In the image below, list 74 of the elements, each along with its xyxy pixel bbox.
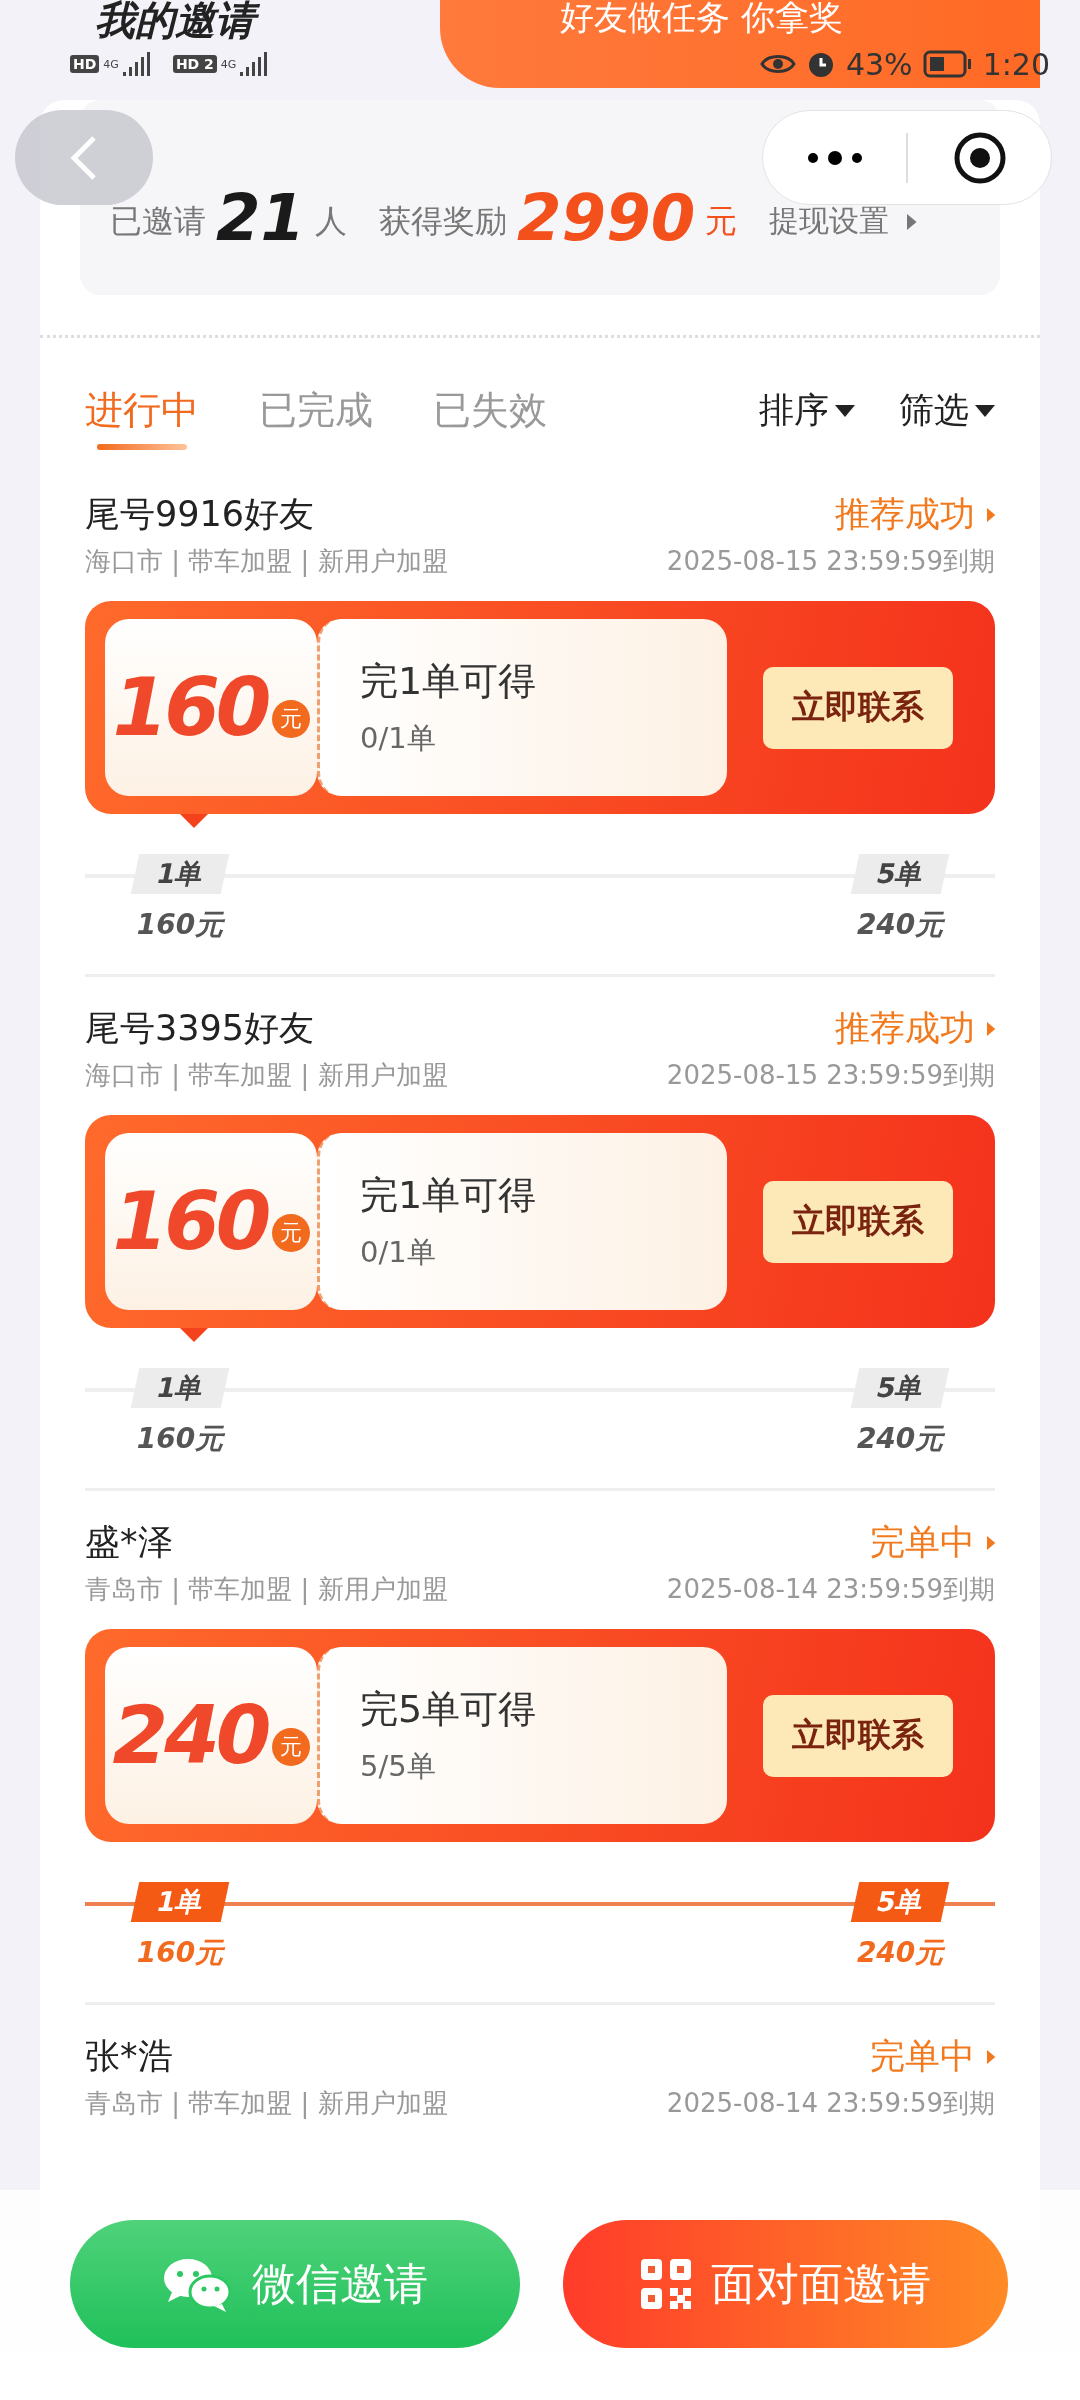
chevron-right-icon: [986, 1021, 995, 1036]
friend-tags: 海口市 | 带车加盟 | 新用户加盟: [85, 1058, 448, 1093]
task-text: 完5单可得: [360, 1686, 538, 1733]
friend-tags: 青岛市 | 带车加盟 | 新用户加盟: [85, 2086, 448, 2121]
hd-badge: HD: [70, 55, 100, 73]
status-tab[interactable]: 已完成: [259, 375, 373, 446]
tier-reward: 160元: [136, 1421, 224, 1457]
tier-orders: 1单: [130, 1882, 230, 1922]
reward-amount: 2990: [517, 186, 696, 250]
expiry-date: 2025-08-14 23:59:59到期: [666, 1573, 995, 1606]
pointer-icon: [180, 814, 208, 828]
expiry-date: 2025-08-14 23:59:59到期: [666, 2087, 995, 2120]
invite-status-link[interactable]: 推荐成功: [834, 1005, 995, 1052]
friend-name: 尾号3395好友: [85, 1007, 315, 1050]
contact-button[interactable]: 立即联系: [763, 666, 953, 749]
friend-tags: 海口市 | 带车加盟 | 新用户加盟: [85, 544, 448, 579]
signal-icon: [122, 52, 153, 76]
reward-unit: 元: [705, 201, 738, 242]
status-tab[interactable]: 已失效: [433, 375, 547, 446]
contact-button[interactable]: 立即联系: [763, 1180, 953, 1263]
sort-dropdown[interactable]: 排序: [759, 387, 855, 434]
tier-orders: 5单: [850, 1368, 950, 1408]
qr-code-icon: [640, 2259, 691, 2309]
caret-down-icon: [975, 404, 995, 417]
reward-amount: 160: [112, 1175, 268, 1268]
tier-reward: 160元: [136, 1935, 224, 1971]
withdraw-settings-link[interactable]: 提现设置: [769, 201, 917, 242]
eye-icon: [759, 52, 796, 76]
invite-status-link[interactable]: 完单中: [869, 2033, 995, 2080]
network-type: 4G: [103, 57, 119, 71]
tier-orders: 5单: [850, 1882, 950, 1922]
friend-name: 张*浩: [85, 2035, 173, 2078]
currency-badge: 元: [271, 1727, 310, 1766]
wechat-invite-button[interactable]: 微信邀请: [70, 2220, 520, 2348]
chevron-right-icon: [986, 507, 995, 522]
expiry-date: 2025-08-15 23:59:59到期: [666, 545, 995, 578]
task-text: 完1单可得: [360, 1172, 538, 1219]
network-type: 4G: [220, 57, 237, 71]
tier-reward: 240元: [856, 1935, 944, 1971]
chat-bubbles-icon: [162, 2256, 232, 2312]
expiry-date: 2025-08-15 23:59:59到期: [666, 1059, 995, 1092]
reward-amount: 160: [112, 661, 268, 754]
battery-icon: [922, 50, 973, 78]
chevron-right-icon: [986, 1535, 995, 1550]
tier-reward: 160元: [136, 907, 224, 943]
tier-reward: 240元: [856, 1421, 944, 1457]
pointer-icon: [180, 1328, 208, 1342]
reward-label: 获得奖励: [379, 201, 508, 242]
invited-label: 已邀请: [110, 201, 206, 242]
chevron-right-icon: [907, 213, 917, 230]
caret-down-icon: [835, 404, 855, 417]
hd-badge: HD 2: [172, 55, 217, 73]
battery-percent: 43%: [845, 46, 913, 82]
friend-tags: 青岛市 | 带车加盟 | 新用户加盟: [85, 1572, 448, 1607]
tier-orders: 1单: [130, 1368, 230, 1408]
invite-status-link[interactable]: 推荐成功: [834, 491, 995, 538]
invited-count: 21: [216, 186, 306, 250]
invited-unit: 人: [315, 201, 348, 242]
tier-orders: 1单: [130, 854, 230, 894]
chevron-right-icon: [986, 2049, 995, 2064]
currency-badge: 元: [271, 1213, 310, 1252]
invite-status-link[interactable]: 完单中: [869, 1519, 995, 1566]
tier-reward: 240元: [856, 907, 944, 943]
currency-badge: 元: [271, 699, 310, 738]
page-title: 我的邀请: [95, 0, 263, 40]
contact-button[interactable]: 立即联系: [763, 1694, 953, 1777]
face-to-face-invite-button[interactable]: 面对面邀请: [563, 2220, 1008, 2348]
tier-orders: 5单: [850, 854, 950, 894]
friend-name: 盛*泽: [85, 1521, 173, 1564]
filter-dropdown[interactable]: 筛选: [899, 387, 995, 434]
task-text: 完1单可得: [360, 658, 538, 705]
target-icon: [952, 130, 1007, 185]
friend-name: 尾号9916好友: [85, 493, 315, 536]
reward-amount: 240: [112, 1689, 268, 1782]
